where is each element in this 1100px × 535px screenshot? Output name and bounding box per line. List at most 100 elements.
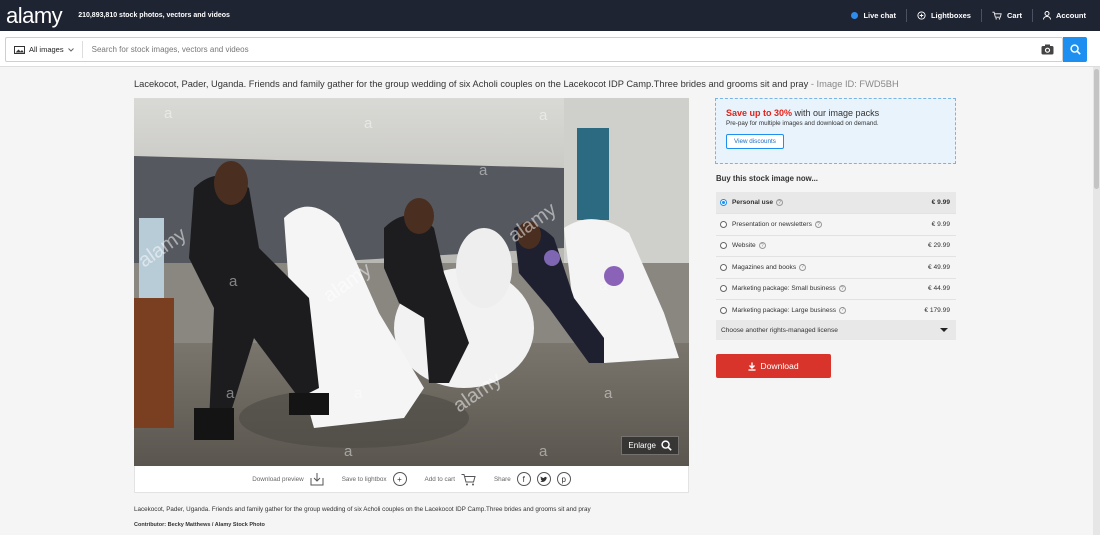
share-group: Share f p	[494, 472, 571, 486]
save-to-lightbox-button[interactable]: Save to lightbox +	[342, 472, 407, 486]
radio-icon[interactable]	[720, 242, 727, 250]
enlarge-label: Enlarge	[628, 441, 656, 450]
license-options: Personal use ? € 9.99 Presentation or ne…	[716, 192, 956, 341]
promo-highlight: Save up to 30%	[726, 108, 793, 118]
image-icon	[14, 45, 25, 54]
search-button[interactable]	[1063, 37, 1087, 62]
caret-down-icon	[940, 328, 948, 333]
watermark-a: a	[539, 443, 548, 460]
radio-selected-icon[interactable]	[720, 199, 727, 207]
license-price: € 49.99	[928, 263, 950, 271]
pinterest-icon[interactable]: p	[556, 472, 571, 486]
top-nav: alamy 210,893,810 stock photos, vectors …	[0, 0, 1100, 31]
search-bar: All images	[0, 31, 1100, 67]
license-option-presentation[interactable]: Presentation or newsletters ? € 9.99	[716, 213, 956, 234]
help-icon[interactable]: ?	[758, 242, 766, 250]
view-discounts-button[interactable]: View discounts	[726, 134, 784, 149]
search-box: All images	[5, 37, 1063, 62]
lightboxes-link[interactable]: Lightboxes	[907, 9, 982, 22]
account-label: Account	[1056, 11, 1086, 20]
plus-icon: +	[392, 472, 407, 486]
watermark-a: a	[164, 105, 173, 122]
radio-icon[interactable]	[720, 285, 727, 293]
live-chat-label: Live chat	[863, 11, 896, 20]
save-to-lightbox-label: Save to lightbox	[341, 475, 387, 483]
rights-managed-label: Choose another rights-managed license	[721, 326, 838, 334]
license-option-website[interactable]: Website ? € 29.99	[716, 234, 956, 256]
license-label: Magazines and books	[732, 263, 797, 271]
add-to-cart-label: Add to cart	[424, 475, 455, 483]
image-pack-promo: Save up to 30% with our image packs Pre-…	[715, 98, 956, 164]
add-to-cart-button[interactable]: Add to cart	[425, 473, 476, 486]
license-price: € 29.99	[928, 242, 950, 250]
promo-headline: Save up to 30% with our image packs	[726, 108, 945, 118]
license-option-magazines[interactable]: Magazines and books ? € 49.99	[716, 256, 956, 277]
live-chat-link[interactable]: Live chat	[841, 9, 907, 22]
user-icon	[1043, 11, 1051, 20]
site-tagline: 210,893,810 stock photos, vectors and vi…	[78, 12, 230, 19]
enlarge-button[interactable]: Enlarge	[621, 436, 679, 455]
image-title-text: Lacekocot, Pader, Uganda. Friends and fa…	[134, 79, 809, 89]
radio-icon[interactable]	[720, 221, 727, 229]
search-icon	[1069, 44, 1081, 55]
license-price: € 9.99	[931, 221, 950, 229]
cart-label: Cart	[1006, 11, 1022, 20]
chevron-down-icon	[67, 47, 74, 52]
image-type-dropdown[interactable]: All images	[6, 41, 83, 58]
visual-search-icon[interactable]	[1041, 44, 1054, 55]
license-price: € 179.99	[924, 306, 950, 314]
facebook-icon[interactable]: f	[516, 472, 531, 486]
license-label: Presentation or newsletters	[732, 221, 812, 229]
download-icon	[310, 473, 324, 486]
license-label: Website	[732, 242, 756, 250]
image-title: Lacekocot, Pader, Uganda. Friends and fa…	[134, 79, 899, 89]
help-icon[interactable]: ?	[799, 263, 807, 271]
image-id: - Image ID: FWD5BH	[810, 79, 899, 89]
help-icon[interactable]: ?	[814, 221, 822, 229]
image-type-label: All images	[29, 45, 64, 54]
search-input[interactable]	[91, 45, 992, 54]
license-option-marketing-small[interactable]: Marketing package: Small business ? € 44…	[716, 277, 956, 299]
scrollbar-thumb[interactable]	[1094, 69, 1099, 189]
image-actions: Download preview Save to lightbox + Add …	[134, 466, 689, 493]
rights-managed-dropdown[interactable]: Choose another rights-managed license	[716, 320, 956, 341]
contributor-line: Contributor: Becky Matthews / Alamy Stoc…	[134, 522, 265, 528]
download-preview-label: Download preview	[252, 475, 304, 483]
license-option-marketing-large[interactable]: Marketing package: Large business ? € 17…	[716, 298, 956, 320]
download-preview-button[interactable]: Download preview	[252, 472, 324, 486]
watermark-a: a	[604, 385, 613, 402]
help-icon[interactable]: ?	[838, 285, 846, 293]
account-link[interactable]: Account	[1033, 9, 1088, 22]
main-photo[interactable]: a a a a a a a a a a a alamy alamy alamy …	[134, 98, 689, 466]
alamy-logo[interactable]: alamy	[6, 4, 63, 27]
contributor-value[interactable]: Becky Matthews / Alamy Stock Photo	[168, 522, 265, 528]
page-scrollbar[interactable]	[1093, 67, 1100, 535]
twitter-icon[interactable]	[536, 472, 551, 486]
cart-link[interactable]: Cart	[982, 9, 1033, 22]
radio-icon[interactable]	[720, 263, 727, 271]
image-caption: Lacekocot, Pader, Uganda. Friends and fa…	[134, 506, 591, 513]
license-price: € 44.99	[928, 285, 950, 293]
watermark-a: a	[539, 107, 548, 124]
watermark-a: a	[364, 115, 373, 132]
radio-icon[interactable]	[720, 306, 727, 314]
wedding-photo: a a a a a a a a a a a alamy alamy alamy …	[134, 98, 689, 466]
download-button[interactable]: Download	[716, 354, 831, 378]
license-option-personal-use[interactable]: Personal use ? € 9.99	[716, 192, 956, 214]
watermark-a: a	[479, 162, 488, 179]
lightbox-icon	[917, 11, 926, 20]
chat-status-icon	[851, 12, 859, 19]
cart-icon	[992, 11, 1002, 20]
watermark-a: a	[354, 385, 363, 402]
help-icon[interactable]: ?	[776, 199, 784, 207]
nav-links: Live chat Lightboxes Cart Account	[841, 0, 1088, 31]
license-label: Personal use	[732, 199, 774, 207]
help-icon[interactable]: ?	[839, 306, 847, 314]
license-price: € 9.99	[931, 199, 950, 207]
license-label: Marketing package: Large business	[732, 306, 837, 314]
download-arrow-icon	[748, 362, 756, 371]
watermark-a: a	[599, 277, 608, 294]
contributor-label: Contributor:	[134, 522, 167, 528]
watermark-a: a	[344, 443, 353, 460]
promo-subtext: Pre-pay for multiple images and download…	[726, 120, 879, 127]
